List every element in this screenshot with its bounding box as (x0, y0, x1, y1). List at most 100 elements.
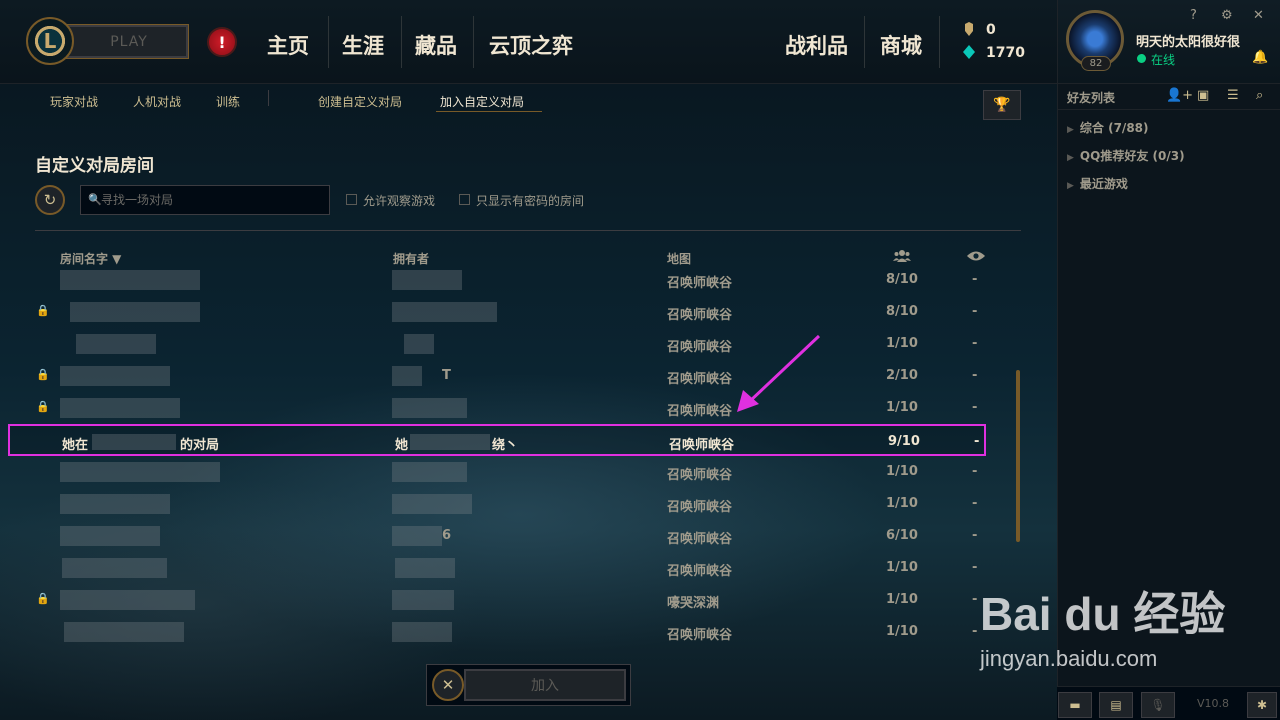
pixelated-redaction (392, 526, 442, 546)
status-text[interactable]: 在线 (1151, 51, 1175, 68)
allow-spectate-label[interactable]: 允许观察游戏 (363, 192, 435, 209)
room-map: 召唤师峡谷 (667, 308, 733, 323)
riot-points-icon (963, 45, 975, 59)
watermark-url: jingyan.baidu.com (980, 646, 1158, 671)
friend-group-all[interactable]: ▶ 综合 (7/88) (1067, 119, 1149, 136)
nav-tft[interactable]: 云顶之弈 (489, 30, 573, 60)
room-player-count: 1/10 (886, 464, 918, 479)
microphone-icon[interactable]: 🎙 (1141, 692, 1175, 718)
refresh-icon[interactable]: ↻ (35, 185, 65, 215)
lobby-row[interactable]: 🔒 召唤师峡谷 1/10 - (8, 392, 986, 424)
nav-loot[interactable]: 战利品 (785, 30, 848, 60)
report-bug-icon[interactable]: ✱ (1247, 692, 1277, 718)
page-title: 自定义对局房间 (35, 156, 154, 176)
room-map: 召唤师峡谷 (667, 372, 733, 387)
pixelated-redaction (60, 270, 200, 290)
spectate-eye-icon[interactable] (967, 250, 985, 265)
pixelated-redaction (392, 398, 467, 418)
notification-bell-icon[interactable]: 🔔 (1252, 50, 1268, 65)
lobby-row[interactable]: 召唤师峡谷 1/10 - (8, 616, 986, 648)
lock-icon: 🔒 (36, 304, 50, 317)
lobby-row[interactable]: 召唤师峡谷 1/10 - (8, 328, 986, 360)
room-name: 她在 (62, 438, 89, 453)
room-spectate-status: - (974, 434, 980, 449)
pixelated-redaction (60, 462, 220, 482)
pixelated-redaction (62, 558, 167, 578)
password-only-label[interactable]: 只显示有密码的房间 (476, 192, 584, 209)
room-spectate-status: - (972, 400, 978, 415)
list-view-icon[interactable]: ☰ (1227, 88, 1239, 103)
room-spectate-status: - (972, 304, 978, 319)
friend-group-qq-recommended[interactable]: ▶ QQ推荐好友 (0/3) (1067, 147, 1185, 164)
room-player-count: 8/10 (886, 272, 918, 287)
friend-group-recent[interactable]: ▶ 最近游戏 (1067, 175, 1128, 192)
search-box[interactable]: 🔍 (80, 185, 330, 215)
caret-right-icon: ▶ (1067, 153, 1074, 163)
alert-icon[interactable]: ! (207, 27, 237, 57)
room-map: 召唤师峡谷 (667, 340, 733, 355)
pixelated-redaction (76, 334, 156, 354)
baidu-jingyan-watermark: Bai du 经验 jingyan.baidu.com (980, 578, 1225, 672)
lobby-row[interactable]: 召唤师峡谷 1/10 - (8, 552, 986, 584)
pixelated-redaction (92, 434, 176, 450)
settings-icon[interactable]: ⚙ (1221, 8, 1233, 23)
trophy-icon[interactable]: 🏆 (983, 90, 1021, 120)
nav-career[interactable]: 生涯 (342, 30, 384, 60)
room-player-count: 1/10 (886, 496, 918, 511)
room-map: 召唤师峡谷 (667, 468, 733, 483)
room-spectate-status: - (972, 368, 978, 383)
nav-collection[interactable]: 藏品 (415, 30, 457, 60)
add-folder-icon[interactable]: ▣ (1197, 88, 1209, 103)
lobby-row[interactable]: 🔒 嚎哭深渊 1/10 - (8, 584, 986, 616)
client-version: V10.8 (1197, 697, 1230, 710)
nav-divider (473, 16, 474, 68)
social-bottom-bar: ▬ ▤ 🎙 V10.8 ✱ (1057, 686, 1280, 720)
play-button[interactable]: PLAY (55, 24, 189, 59)
room-player-count: 9/10 (888, 434, 920, 449)
password-only-checkbox[interactable] (459, 194, 470, 205)
room-map: 召唤师峡谷 (667, 564, 733, 579)
search-icon[interactable]: ⌕ (1256, 88, 1263, 103)
join-controls: ✕ 加入 (426, 664, 631, 706)
add-friend-icon[interactable]: 👤+ (1166, 88, 1193, 103)
top-navigation-bar: PLAY L ! 主页 生涯 藏品 云顶之弈 战利品 商城 0 1770 (0, 0, 1057, 84)
help-icon[interactable]: ? (1190, 8, 1197, 23)
lobby-row[interactable]: 召唤师峡谷 8/10 - (8, 264, 986, 296)
nav-store[interactable]: 商城 (880, 30, 922, 60)
search-input[interactable] (101, 189, 321, 211)
allow-spectate-checkbox[interactable] (346, 194, 357, 205)
room-player-count: 6/10 (886, 528, 918, 543)
subnav-join-custom[interactable]: 加入自定义对局 (440, 93, 524, 110)
lobby-row[interactable]: 召唤师峡谷 1/10 - (8, 488, 986, 520)
online-status-icon (1137, 54, 1146, 63)
join-button[interactable]: 加入 (464, 669, 626, 701)
league-logo-icon[interactable]: L (26, 17, 74, 65)
friend-group-label: QQ推荐好友 (0/3) (1079, 149, 1185, 163)
riot-points-amount: 1770 (986, 45, 1025, 61)
lobby-row[interactable]: 6 召唤师峡谷 6/10 - (8, 520, 986, 552)
subnav-coop-ai[interactable]: 人机对战 (133, 93, 181, 110)
nav-home[interactable]: 主页 (267, 30, 309, 60)
profile-panel[interactable]: 82 明天的太阳很好很 在线 ? ⚙ ✕ 🔔 (1057, 0, 1280, 84)
chat-icon[interactable]: ▬ (1058, 692, 1092, 718)
pixelated-redaction (392, 494, 472, 514)
missions-icon[interactable]: ▤ (1099, 692, 1133, 718)
subnav-pvp[interactable]: 玩家对战 (50, 93, 98, 110)
watermark-brand: Bai du 经验 (980, 588, 1226, 640)
lobby-row[interactable]: 召唤师峡谷 1/10 - (8, 456, 986, 488)
players-count-icon[interactable] (893, 250, 911, 265)
room-map: 召唤师峡谷 (667, 276, 733, 291)
scrollbar-thumb[interactable] (1016, 370, 1020, 542)
close-icon[interactable]: ✕ (1253, 8, 1264, 23)
cancel-close-button[interactable]: ✕ (432, 669, 464, 701)
pixelated-redaction (410, 434, 490, 450)
pixelated-redaction (70, 302, 200, 322)
lobby-row[interactable]: 她在 的对局 她 绕丶 召唤师峡谷 9/10 - (8, 424, 986, 456)
pixelated-redaction (392, 270, 462, 290)
subnav-create-custom[interactable]: 创建自定义对局 (318, 93, 402, 110)
subnav-training[interactable]: 训练 (216, 93, 240, 110)
lobby-row[interactable]: 🔒 召唤师峡谷 8/10 - (8, 296, 986, 328)
nav-divider (864, 16, 865, 68)
lobby-row[interactable]: T 🔒 召唤师峡谷 2/10 - (8, 360, 986, 392)
subnav-divider (268, 90, 269, 106)
